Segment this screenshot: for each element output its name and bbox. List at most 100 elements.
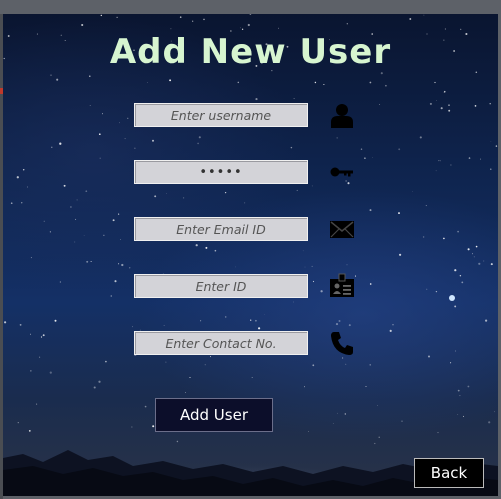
star xyxy=(239,27,241,29)
star xyxy=(336,137,338,139)
star xyxy=(210,356,211,358)
star xyxy=(437,432,439,434)
star xyxy=(346,264,348,266)
star xyxy=(205,246,208,249)
star xyxy=(93,386,96,389)
star xyxy=(369,81,372,84)
star xyxy=(457,414,459,415)
star xyxy=(485,319,488,322)
star xyxy=(293,98,295,99)
star xyxy=(198,136,201,139)
star xyxy=(134,147,136,149)
star xyxy=(462,415,465,417)
star xyxy=(335,323,339,326)
star xyxy=(457,230,459,233)
star xyxy=(235,266,236,268)
star xyxy=(488,421,491,424)
star xyxy=(360,148,363,150)
star xyxy=(146,82,148,83)
star xyxy=(30,333,31,335)
star xyxy=(444,90,446,93)
star xyxy=(112,219,115,222)
star xyxy=(293,301,295,303)
star xyxy=(241,28,244,30)
star xyxy=(59,281,62,283)
star xyxy=(436,100,438,102)
star xyxy=(364,157,366,160)
star xyxy=(444,28,446,30)
star xyxy=(296,189,298,191)
email-input[interactable] xyxy=(134,217,308,241)
star xyxy=(439,160,441,162)
id-input[interactable] xyxy=(134,274,308,298)
star xyxy=(412,191,413,192)
star xyxy=(203,18,205,21)
star xyxy=(385,84,387,87)
star xyxy=(249,14,252,15)
star xyxy=(89,75,91,78)
star xyxy=(454,350,457,352)
star xyxy=(89,104,91,106)
star xyxy=(398,148,401,151)
star xyxy=(348,324,351,327)
phone-icon xyxy=(331,332,353,355)
star xyxy=(22,169,25,171)
star xyxy=(434,81,436,84)
star xyxy=(474,105,477,107)
star xyxy=(40,336,43,338)
star xyxy=(369,364,371,366)
star xyxy=(214,249,217,252)
star xyxy=(342,357,344,359)
star xyxy=(86,260,89,263)
contact-input[interactable] xyxy=(134,331,308,355)
star xyxy=(398,212,400,215)
star xyxy=(76,199,78,201)
back-button[interactable]: Back xyxy=(414,458,484,488)
star xyxy=(459,274,462,277)
bright-star xyxy=(449,295,455,301)
star xyxy=(473,256,475,258)
star xyxy=(204,364,206,366)
star xyxy=(4,321,7,324)
star xyxy=(311,185,313,187)
star xyxy=(409,18,412,20)
star xyxy=(49,231,51,233)
star xyxy=(304,386,305,388)
star xyxy=(435,170,437,172)
star xyxy=(39,356,41,358)
star xyxy=(483,260,485,262)
star xyxy=(247,23,250,27)
star xyxy=(250,319,252,321)
star xyxy=(344,413,346,415)
star xyxy=(443,237,445,240)
star xyxy=(30,257,32,259)
star xyxy=(237,81,240,84)
star xyxy=(200,320,202,322)
star xyxy=(438,160,440,162)
password-input[interactable] xyxy=(134,160,308,184)
star xyxy=(81,23,84,27)
star xyxy=(152,425,155,428)
star xyxy=(308,431,309,432)
star xyxy=(56,78,59,81)
star xyxy=(197,142,199,145)
add-user-window: Add New User Add User Back xyxy=(3,14,498,496)
star xyxy=(83,235,85,236)
add-user-button[interactable]: Add User xyxy=(155,398,273,432)
username-input[interactable] xyxy=(134,103,308,127)
star xyxy=(422,236,425,238)
star xyxy=(479,158,481,160)
star xyxy=(118,213,120,215)
star xyxy=(450,362,452,364)
star xyxy=(182,197,185,199)
star xyxy=(101,113,104,115)
star xyxy=(165,361,167,363)
star xyxy=(478,262,481,265)
key-icon xyxy=(330,167,353,177)
star xyxy=(28,430,31,432)
star xyxy=(224,316,227,318)
star xyxy=(475,245,478,248)
star xyxy=(427,355,431,358)
star xyxy=(192,20,194,22)
star xyxy=(170,28,172,30)
